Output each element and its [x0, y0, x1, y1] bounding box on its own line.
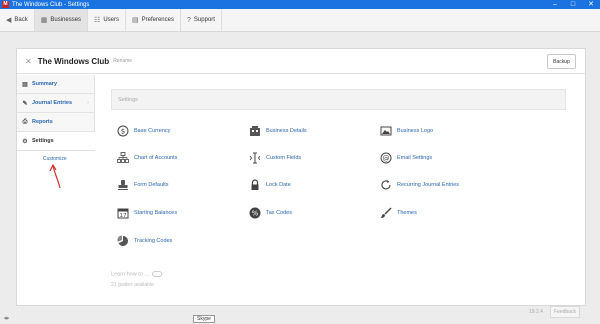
resize-icon: ⇹ [4, 316, 10, 322]
support-label: Support [193, 17, 215, 23]
item-label: Tax Codes [266, 210, 292, 216]
tab-businesses[interactable]: ▦ Businesses [34, 9, 89, 31]
refresh-icon [380, 179, 392, 191]
sidebar-item-settings[interactable]: ⚙ Settings [17, 132, 95, 151]
skype-tooltip: Skype [193, 315, 215, 323]
business-name: The Windows Club [37, 56, 110, 66]
svg-text:@: @ [383, 155, 390, 163]
pencil-icon: ✎ [22, 100, 28, 107]
lock-date-link[interactable]: Lock Date [249, 179, 291, 191]
learn-label: Learn how to ... [111, 271, 149, 278]
lock-icon [249, 179, 261, 191]
sidebar-item-label: Reports [32, 119, 53, 125]
item-label: Chart of Accounts [134, 155, 178, 161]
org-chart-icon [117, 152, 129, 164]
printer-icon: ⎙ [22, 118, 28, 125]
panel-header: ✕ The Windows Club Rename [17, 49, 585, 74]
chart-of-accounts-link[interactable]: Chart of Accounts [117, 152, 177, 164]
summary-icon: ▤ [22, 81, 28, 88]
text-cursor-icon [249, 152, 261, 164]
backup-button[interactable]: Backup [547, 54, 576, 69]
sidebar-item-summary[interactable]: ▤ Summary [17, 75, 95, 94]
app-icon: M [2, 1, 9, 8]
business-logo-link[interactable]: Business Logo [380, 125, 433, 137]
svg-text:%: % [252, 210, 259, 218]
learn-how-to[interactable]: Learn how to ... [111, 271, 163, 278]
sidebar-item-journal-entries[interactable]: ✎ Journal Entries › [17, 94, 95, 113]
item-label: Starting Balances [134, 210, 178, 216]
item-label: Custom Fields [266, 155, 302, 161]
close-window-button[interactable]: ✕ [582, 0, 600, 9]
percent-icon: % [249, 207, 261, 219]
gear-icon: ⚙ [22, 138, 28, 145]
feedback-button[interactable]: Feedback [550, 306, 580, 318]
item-label: Themes [397, 210, 417, 216]
window-title: The Windows Club - Settings [12, 1, 90, 8]
maximize-button[interactable]: □ [564, 0, 582, 9]
guides-available: 21 guides available [111, 282, 154, 288]
tax-codes-link[interactable]: % Tax Codes [249, 207, 292, 219]
close-business-icon[interactable]: ✕ [25, 57, 32, 66]
item-label: Business Details [266, 128, 307, 134]
toolbar: ◀ Back ▦ Businesses ☷ Users ▤ Preference… [0, 9, 600, 32]
preferences-label: Preferences [141, 17, 174, 23]
calendar-icon: 17 [117, 207, 129, 219]
sidebar-item-label: Journal Entries [32, 100, 73, 106]
settings-header: Settings [111, 89, 566, 110]
customize-link[interactable]: Customize [43, 156, 67, 162]
sidebar-nav: ▤ Summary ✎ Journal Entries › ⎙ Reports … [17, 75, 95, 151]
item-label: Form Defaults [134, 182, 169, 188]
currency-icon: $ [117, 125, 129, 137]
pie-chart-icon [117, 235, 129, 247]
at-icon: @ [380, 152, 392, 164]
base-currency-link[interactable]: $ Base Currency [117, 125, 170, 137]
tab-preferences[interactable]: ▤ Preferences [126, 9, 181, 31]
custom-fields-link[interactable]: Custom Fields [249, 152, 301, 164]
recurring-journal-entries-link[interactable]: Recurring Journal Entries [380, 179, 459, 191]
image-icon [380, 125, 392, 137]
back-arrow-icon: ◀ [6, 17, 12, 24]
form-defaults-link[interactable]: Form Defaults [117, 179, 169, 191]
tab-users[interactable]: ☷ Users [88, 9, 126, 31]
svg-text:$: $ [121, 128, 125, 136]
sidebar-item-label: Settings [32, 138, 54, 144]
back-label: Back [14, 17, 28, 23]
brush-icon [380, 207, 392, 219]
item-label: Tracking Codes [134, 238, 173, 244]
back-button[interactable]: ◀ Back [0, 9, 35, 31]
business-details-link[interactable]: Business Details [249, 125, 307, 137]
red-arrow-annotation [49, 164, 61, 189]
businesses-icon: ▦ [40, 17, 48, 24]
support-icon: ? [186, 16, 191, 24]
businesses-label: Businesses [50, 17, 82, 23]
users-icon: ☷ [94, 17, 101, 24]
chevron-right-icon: › [87, 100, 89, 106]
item-label: Email Settings [397, 155, 433, 161]
business-panel: ✕ The Windows Club Rename Backup ▤ Summa… [16, 48, 586, 306]
item-label: Lock Date [266, 182, 291, 188]
item-label: Business Logo [397, 128, 434, 134]
stamp-icon [117, 179, 129, 191]
svg-text:17: 17 [120, 213, 127, 219]
tab-support[interactable]: ? Support [181, 9, 222, 31]
email-settings-link[interactable]: @ Email Settings [380, 152, 432, 164]
themes-link[interactable]: Themes [380, 207, 417, 219]
starting-balances-link[interactable]: 17 Starting Balances [117, 207, 177, 219]
item-label: Recurring Journal Entries [397, 182, 460, 188]
rename-link[interactable]: Rename [113, 58, 132, 64]
users-label: Users [103, 17, 119, 23]
sidebar-item-reports[interactable]: ⎙ Reports [17, 113, 95, 132]
item-label: Base Currency [134, 128, 171, 134]
preferences-icon: ▤ [132, 17, 139, 24]
tracking-codes-link[interactable]: Tracking Codes [117, 235, 172, 247]
title-bar: M The Windows Club - Settings – □ ✕ [0, 0, 600, 9]
sidebar-item-label: Summary [32, 81, 58, 87]
building-icon [249, 125, 261, 137]
minimize-button[interactable]: – [546, 0, 564, 9]
toggle-icon [152, 271, 163, 277]
version-label: 19.2.4 [529, 309, 543, 315]
